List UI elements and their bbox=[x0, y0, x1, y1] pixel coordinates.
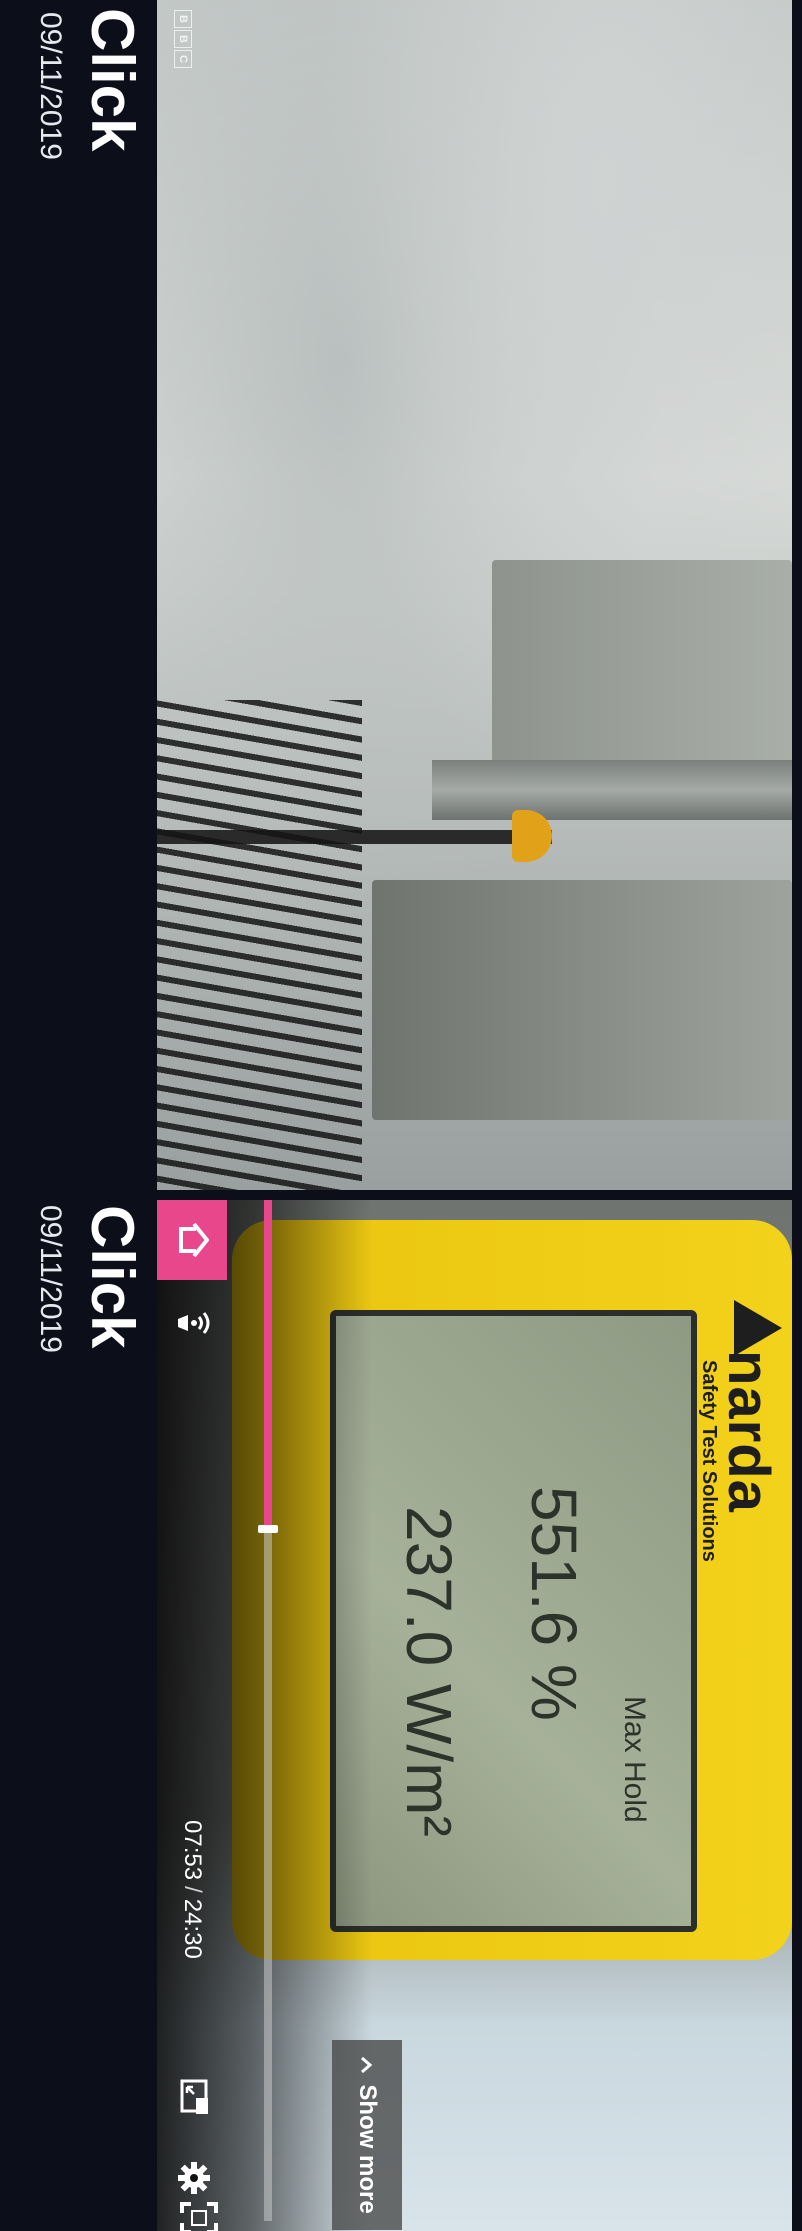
fullscreen-icon bbox=[175, 2201, 219, 2231]
episode-date: 09/11/2019 bbox=[34, 1205, 67, 1353]
previous-episode-title[interactable]: Click bbox=[78, 8, 147, 151]
elapsed-time: 07:53 bbox=[179, 1820, 206, 1881]
total-duration: 24:30 bbox=[179, 1898, 206, 1959]
scene-cables bbox=[157, 700, 362, 1190]
radio-button[interactable] bbox=[167, 1295, 217, 1351]
time-display-container: 07:53 / 24:30 bbox=[170, 1820, 214, 1959]
show-more-button[interactable]: Show more bbox=[332, 2040, 402, 2230]
settings-button[interactable] bbox=[167, 2150, 217, 2206]
scene-meter-screen: Max Hold 551.6 % 237.0 W/m² bbox=[330, 1310, 697, 1932]
scene-reading-1: 551.6 % bbox=[518, 1486, 590, 1721]
episode-title[interactable]: Click bbox=[78, 1205, 147, 1348]
scene-brand: narda bbox=[716, 1350, 781, 1513]
previous-episode-card[interactable]: B B C bbox=[157, 0, 792, 1190]
radio-icon bbox=[170, 1301, 214, 1345]
picture-in-picture-icon bbox=[173, 2078, 211, 2118]
gear-icon bbox=[172, 2160, 212, 2196]
bbc-logo-letter: B bbox=[174, 30, 192, 48]
chevron-up-icon bbox=[353, 2056, 381, 2074]
previous-episode-date: 09/11/2019 bbox=[34, 12, 67, 160]
scene-brand-tagline: Safety Test Solutions bbox=[698, 1360, 720, 1562]
bbc-logo: B B C bbox=[174, 10, 192, 68]
narda-logo-triangle-icon bbox=[734, 1300, 782, 1356]
bbc-logo-letter: B bbox=[174, 10, 192, 28]
page: B B C Click 09/11/2019 narda Safety Test… bbox=[0, 0, 802, 2231]
scene-reading-2: 237.0 W/m² bbox=[393, 1506, 465, 1837]
scene-equipment-box bbox=[492, 560, 792, 780]
rotated-stage: B B C Click 09/11/2019 narda Safety Test… bbox=[0, 0, 802, 2231]
time-separator: / bbox=[179, 1886, 206, 1893]
video-player[interactable]: narda Safety Test Solutions Max Hold 551… bbox=[157, 1200, 792, 2231]
scene-pole bbox=[432, 760, 792, 820]
progress-fill bbox=[264, 1200, 272, 1529]
home-button[interactable] bbox=[157, 1200, 227, 1280]
progress-handle[interactable] bbox=[258, 1525, 278, 1533]
picture-in-picture-button[interactable] bbox=[167, 2070, 217, 2126]
show-more-label: Show more bbox=[354, 2084, 381, 2214]
progress-bar[interactable] bbox=[258, 1200, 278, 2221]
scene-equipment-box bbox=[372, 880, 792, 1120]
scene-reading-mode: Max Hold bbox=[618, 1696, 651, 1823]
home-icon bbox=[173, 1220, 211, 1260]
fullscreen-button[interactable] bbox=[167, 2200, 227, 2231]
bbc-logo-letter: C bbox=[174, 50, 192, 68]
